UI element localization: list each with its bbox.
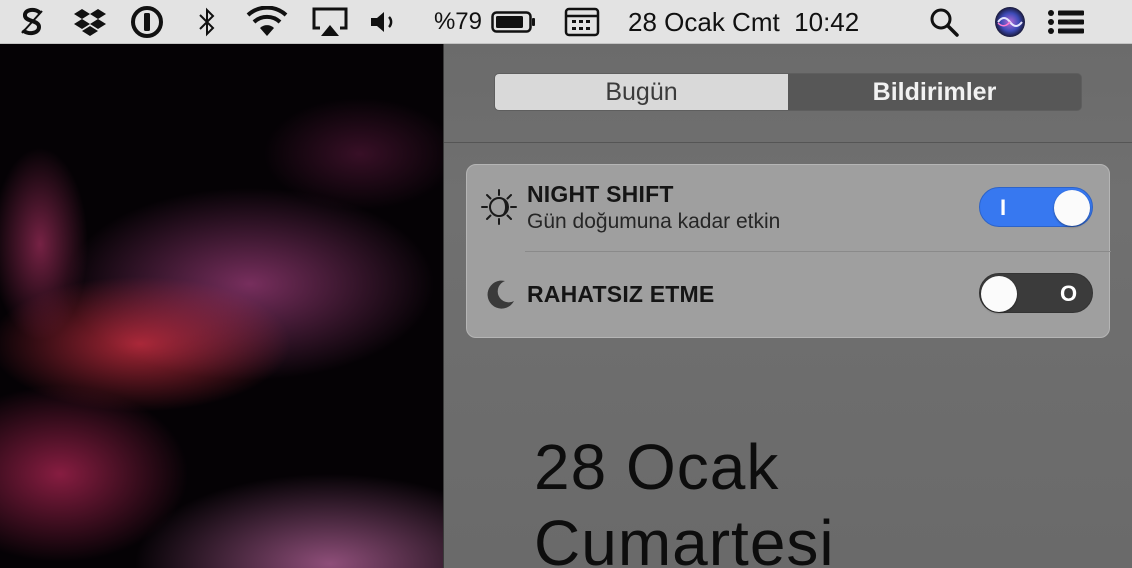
night-shift-toggle[interactable]: I [979,187,1093,227]
night-shift-title: NIGHT SHIFT [527,181,674,207]
quick-toggles-widget: NIGHT SHIFT Gün doğumuna kadar etkin I R… [466,164,1111,338]
toggle-off-glyph: O [1060,281,1078,306]
widget-row-divider [525,251,1111,252]
toggle-knob [1054,190,1090,226]
dropbox-icon[interactable] [72,0,108,44]
toggle-knob [981,276,1017,312]
battery-icon[interactable] [490,0,538,44]
night-shift-subtitle: Gün doğumuna kadar etkin [527,210,781,233]
volume-icon[interactable] [368,0,400,44]
1password-icon[interactable] [128,0,166,44]
night-shift-icon [479,187,519,232]
bluetooth-icon[interactable] [192,0,222,44]
desktop-wallpaper [0,44,443,568]
screen: %79 28 Ocak Cmt 10:42 Bugün Bildirimler [0,0,1132,568]
wifi-icon[interactable] [244,0,290,44]
siri-icon[interactable] [990,0,1030,44]
today-weekday: Cumartesi [534,507,835,568]
scrivener-icon[interactable] [16,0,48,44]
do-not-disturb-title: RAHATSIZ ETME [527,281,715,307]
menu-bar: %79 28 Ocak Cmt 10:42 [0,0,1132,44]
menubar-clock[interactable]: 28 Ocak Cmt 10:42 [628,0,898,44]
battery-percent[interactable]: %79 [430,0,486,44]
spotlight-search-icon[interactable] [926,0,962,44]
notification-center-panel: Bugün Bildirimler NIGHT SHIFT Gün doğumu… [444,44,1132,568]
tab-notifications[interactable]: Bildirimler [788,74,1081,110]
panel-divider [444,142,1132,143]
calendar-app-icon[interactable] [562,0,602,44]
nc-tab-switcher: Bugün Bildirimler [494,73,1082,111]
do-not-disturb-toggle[interactable]: O [979,273,1093,313]
moon-icon [483,277,517,316]
notification-center-icon[interactable] [1046,0,1086,44]
tab-today[interactable]: Bugün [495,74,788,110]
toggle-on-glyph: I [1000,195,1007,220]
today-date: 28 Ocak [534,431,780,503]
airplay-icon[interactable] [310,0,350,44]
